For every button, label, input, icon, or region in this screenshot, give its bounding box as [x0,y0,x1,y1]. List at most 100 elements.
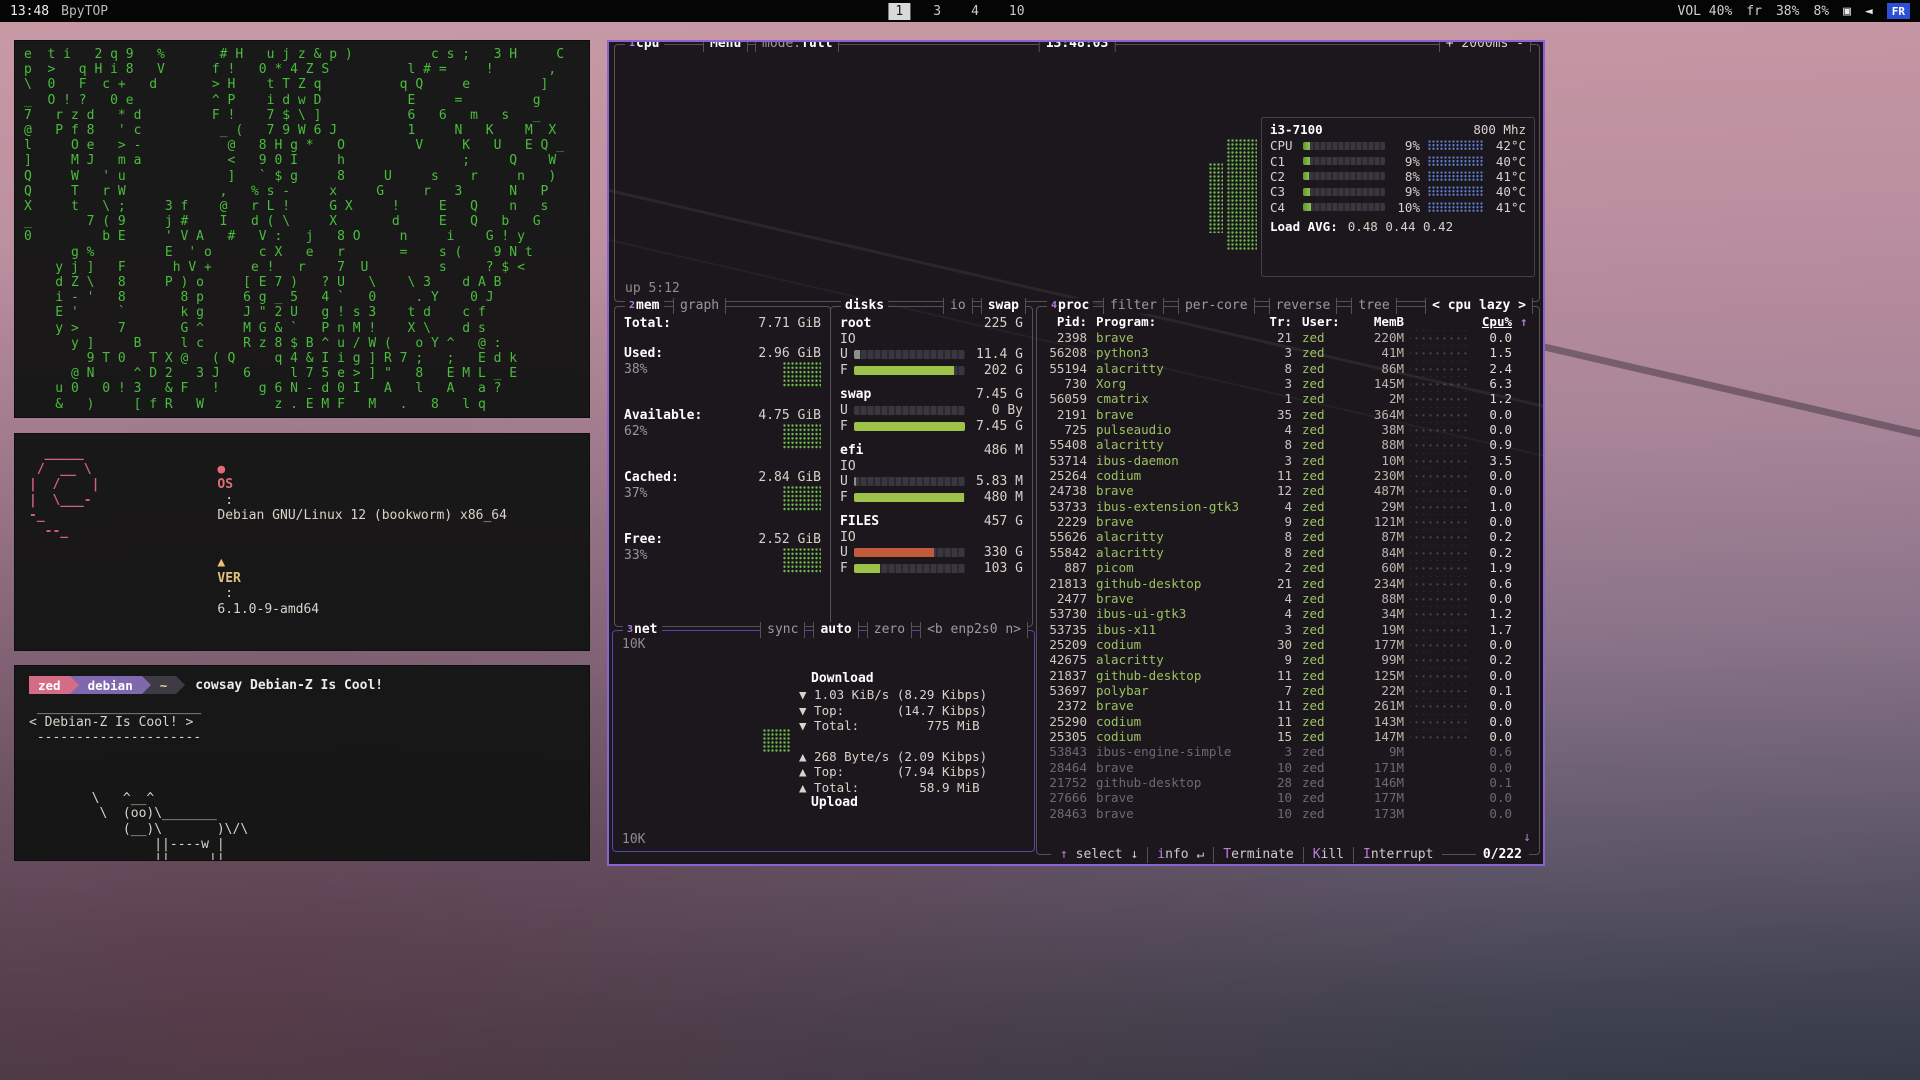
mem-stat: Free: 2.52 GiB 33% [624,532,821,580]
mode-label: mode: [762,40,801,51]
process-row[interactable]: 25209 codium 30 zed 177M 0.0 [1045,637,1531,652]
workspace-button[interactable]: 3 [926,3,948,20]
header-program[interactable]: Program: [1087,314,1266,329]
keyboard-flag-badge[interactable]: FR [1887,3,1910,19]
info-key[interactable]: info ↵ [1147,847,1213,863]
process-threads: 11 [1266,468,1292,483]
process-row[interactable]: 24738 brave 12 zed 487M 0.0 [1045,483,1531,498]
process-cpu-graph [1410,453,1468,468]
disks-box-title: disks [841,298,888,314]
proc-tab[interactable]: filter [1103,298,1164,314]
header-threads[interactable]: Tr: [1266,314,1292,329]
process-pid: 53730 [1045,606,1087,621]
process-row[interactable]: 2372 brave 11 zed 261M 0.0 [1045,698,1531,713]
process-row[interactable]: 2229 brave 9 zed 121M 0.0 [1045,514,1531,529]
process-row[interactable]: 53843 ibus-engine-simple 3 zed 9M 0.6 [1045,744,1531,759]
proc-tab[interactable]: reverse [1269,298,1338,314]
process-pid: 21752 [1045,775,1087,790]
process-row[interactable]: 2191 brave 35 zed 364M 0.0 [1045,407,1531,422]
process-cpu-percent: 0.0 [1468,637,1512,652]
process-memory: 84M [1358,545,1404,560]
workspace-button[interactable]: 1 [888,3,910,20]
process-row[interactable]: 725 pulseaudio 4 zed 38M 0.0 [1045,422,1531,437]
process-row[interactable]: 21837 github-desktop 11 zed 125M 0.0 [1045,668,1531,683]
bpytop-window[interactable]: 1cpu Menu mode:full 13:48:03 + 2000ms - … [607,40,1545,866]
download-stat-line: ▼ 1.03 KiB/s (8.29 Kibps) [799,687,1029,703]
proc-tab[interactable]: tree [1351,298,1396,314]
net-tab[interactable]: zero [867,622,912,638]
workspace-button[interactable]: 10 [1002,3,1032,20]
cpu-core-row: C2 8% 41°C [1270,169,1526,184]
scroll-down-indicator[interactable]: ↓ [1523,830,1531,845]
header-pid[interactable]: Pid: [1045,314,1087,329]
terminal-neofetch[interactable]: _____ / __ \| / || \___--_ --_ ● OS : De… [14,433,590,651]
disk-size: 457 G [984,514,1023,530]
process-row[interactable]: 55626 alacritty 8 zed 87M 0.2 [1045,529,1531,544]
header-memory[interactable]: MemB [1358,314,1404,329]
process-memory: 121M [1358,514,1404,529]
disks-io-tab[interactable]: io [943,298,973,314]
process-cpu-graph [1410,391,1468,406]
terminal-cmatrix[interactable]: e t i 2 q 9 % # H u j z & p ) c s ; 3 H … [14,40,590,418]
system-info-line: ● OS : Debian GNU/Linux 12 (bookworm) x8… [123,446,507,540]
process-row[interactable]: 21813 github-desktop 21 zed 234M 0.6 [1045,576,1531,591]
process-row[interactable]: 53730 ibus-ui-gtk3 4 zed 34M 1.2 [1045,606,1531,621]
disk-free-meter [854,564,965,573]
scroll-up-indicator[interactable]: ↑ [1520,314,1528,329]
terminal-cowsay[interactable]: zeddebian~ cowsay Debian-Z Is Cool! ____… [14,665,590,861]
core-temperature: 42°C [1484,138,1526,153]
process-row[interactable]: 887 picom 2 zed 60M 1.9 [1045,560,1531,575]
process-row[interactable]: 21752 github-desktop 28 zed 146M 0.1 [1045,775,1531,790]
system-info: ● OS : Debian GNU/Linux 12 (bookworm) x8… [123,446,507,651]
process-cpu-graph [1410,637,1468,652]
process-cpu-percent: 0.0 [1468,698,1512,713]
net-tab[interactable]: sync [760,622,805,638]
mem-stat-label: Cached: [624,470,679,486]
terminate-button[interactable]: Terminate [1213,847,1302,863]
proc-tab[interactable]: per-core [1178,298,1255,314]
disk-name: swap [840,387,871,403]
net-interface-selector[interactable]: <b enp2s0 n> [920,622,1028,638]
net-tab[interactable]: auto [813,622,858,638]
proc-sort-selector[interactable]: < cpu lazy > [1425,298,1533,314]
proc-box-label: proc [1058,298,1089,313]
process-row[interactable]: 53733 ibus-extension-gtk3 4 zed 29M 1.0 [1045,499,1531,514]
process-row[interactable]: 25305 codium 15 zed 147M 0.0 [1045,729,1531,744]
kill-button[interactable]: Kill [1303,847,1353,863]
mode-toggle[interactable]: mode:full [755,40,839,52]
matrix-line: & ) [ f R W z . E M F M . 8 l q [24,397,580,412]
process-row[interactable]: 2398 brave 21 zed 220M 0.0 [1045,330,1531,345]
menu-button[interactable]: Menu [703,40,748,52]
process-row[interactable]: 55408 alacritty 8 zed 88M 0.9 [1045,437,1531,452]
process-row[interactable]: 56059 cmatrix 1 zed 2M 1.2 [1045,391,1531,406]
refresh-interval-control[interactable]: + 2000ms - [1439,40,1531,52]
process-row[interactable]: 53735 ibus-x11 3 zed 19M 1.7 [1045,622,1531,637]
header-user[interactable]: User: [1292,314,1358,329]
workspace-button[interactable]: 4 [964,3,986,20]
process-row[interactable]: 56208 python3 3 zed 41M 1.5 [1045,345,1531,360]
process-row[interactable]: 2477 brave 4 zed 88M 0.0 [1045,591,1531,606]
process-row[interactable]: 27666 brave 10 zed 177M 0.0 [1045,790,1531,805]
process-row[interactable]: 28463 brave 10 zed 173M 0.0 [1045,806,1531,821]
process-row[interactable]: 25264 codium 11 zed 230M 0.0 [1045,468,1531,483]
process-row[interactable]: 55842 alacritty 8 zed 84M 0.2 [1045,545,1531,560]
mem-stat-value: 2.84 GiB [758,470,821,486]
process-row[interactable]: 28464 brave 10 zed 171M 0.0 [1045,760,1531,775]
process-threads: 12 [1266,483,1292,498]
speech-bubble-bottom: --------------------- [29,730,575,745]
disks-swap-tab[interactable]: swap [981,298,1026,314]
disk-entry: efi 486 M IO U 5.83 M F 480 M [840,443,1023,505]
process-row[interactable]: 53697 polybar 7 zed 22M 0.1 [1045,683,1531,698]
process-row[interactable]: 53714 ibus-daemon 3 zed 10M 3.5 [1045,453,1531,468]
process-row[interactable]: 42675 alacritty 9 zed 99M 0.2 [1045,652,1531,667]
interrupt-button[interactable]: Interrupt [1353,847,1442,863]
matrix-line: X t \ ; 3 f @ r L ! G X ! E Q n s [24,199,580,214]
process-row[interactable]: 55194 alacritty 8 zed 86M 2.4 [1045,361,1531,376]
core-temp-graph [1428,202,1484,213]
net-box-number: 3 [627,624,633,635]
header-cpu[interactable]: Cpu% [1468,314,1512,329]
select-keys[interactable]: ↑ select ↓ [1051,847,1147,863]
process-row[interactable]: 25290 codium 11 zed 143M 0.0 [1045,714,1531,729]
cpu-core-list: CPU 9% 42°C C1 9% 40°C [1270,138,1526,215]
process-row[interactable]: 730 Xorg 3 zed 145M 6.3 [1045,376,1531,391]
